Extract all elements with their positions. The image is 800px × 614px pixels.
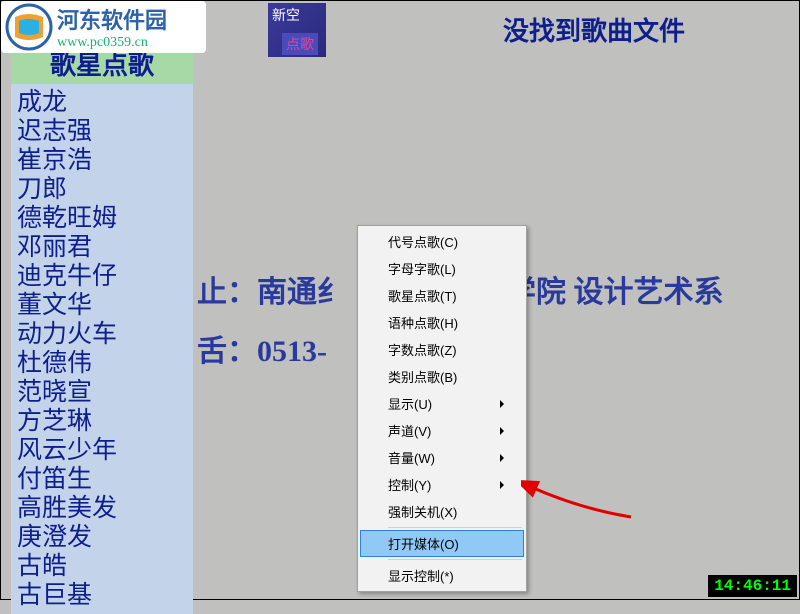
sidebar-item-artist[interactable]: 迟志强 [17, 117, 193, 146]
artist-sidebar: 歌星点歌 成龙迟志强崔京浩刀郎德乾旺姆邓丽君迪克牛仔董文华动力火车杜德伟范晓宣方… [11, 43, 193, 614]
sidebar-item-artist[interactable]: 风云少年 [17, 436, 193, 465]
sidebar-item-artist[interactable]: 古巨基 [17, 581, 193, 610]
menu-item-label: 类别点歌(B) [388, 367, 457, 386]
menu-item-label: 语种点歌(H) [388, 313, 458, 332]
menu-item[interactable]: 强制关机(X) [360, 498, 524, 525]
menu-item-label: 强制关机(X) [388, 502, 457, 521]
menu-item-label: 显示控制(*) [388, 566, 454, 585]
sidebar-item-artist[interactable]: 高胜美发 [17, 494, 193, 523]
menu-item-label: 字数点歌(Z) [388, 340, 457, 359]
sidebar-item-artist[interactable]: 崔京浩 [17, 146, 193, 175]
watermark-logo-icon [1, 1, 57, 53]
submenu-arrow-icon [500, 454, 504, 462]
annotation-arrow-icon [521, 469, 641, 529]
background-text-address: 止：南通纟 [197, 267, 347, 311]
menu-item[interactable]: 显示控制(*) [360, 562, 524, 589]
sidebar-item-artist[interactable]: 庚澄发 [17, 523, 193, 552]
sidebar-item-artist[interactable]: 杜德伟 [17, 349, 193, 378]
menu-item-open-media[interactable]: 打开媒体(O) [360, 530, 524, 557]
watermark-title: 河东软件园 [57, 3, 167, 35]
menu-item[interactable]: 代号点歌(C) [360, 228, 524, 255]
submenu-arrow-icon [500, 400, 504, 408]
menu-item-label: 字母字歌(L) [388, 259, 456, 278]
sidebar-item-artist[interactable]: 动力火车 [17, 320, 193, 349]
menu-item[interactable]: 字母字歌(L) [360, 255, 524, 282]
sidebar-item-artist[interactable]: 范晓宣 [17, 378, 193, 407]
menu-item-label: 音量(W) [388, 448, 435, 467]
menu-item-label: 打开媒体(O) [388, 534, 459, 553]
app-logo-line1: 新空 [272, 5, 300, 25]
menu-item[interactable]: 显示(U) [360, 390, 524, 417]
submenu-arrow-icon [500, 481, 504, 489]
menu-item-label: 控制(Y) [388, 475, 431, 494]
sidebar-item-artist[interactable]: 迪克牛仔 [17, 262, 193, 291]
menu-item[interactable]: 控制(Y) [360, 471, 524, 498]
menu-item[interactable]: 歌星点歌(T) [360, 282, 524, 309]
menu-item[interactable]: 类别点歌(B) [360, 363, 524, 390]
app-logo-line2: 点歌 [282, 33, 318, 55]
menu-item[interactable]: 音量(W) [360, 444, 524, 471]
sidebar-item-artist[interactable]: 方芝琳 [17, 407, 193, 436]
menu-item-label: 显示(U) [388, 394, 432, 413]
menu-item[interactable]: 语种点歌(H) [360, 309, 524, 336]
sidebar-list[interactable]: 成龙迟志强崔京浩刀郎德乾旺姆邓丽君迪克牛仔董文华动力火车杜德伟范晓宣方芝琳风云少… [11, 84, 193, 614]
menu-item[interactable]: 字数点歌(Z) [360, 336, 524, 363]
menu-item-label: 代号点歌(C) [388, 232, 458, 251]
sidebar-item-artist[interactable]: 德乾旺姆 [17, 204, 193, 233]
sidebar-item-artist[interactable]: 刀郎 [17, 175, 193, 204]
menu-item-label: 声道(V) [388, 421, 431, 440]
submenu-arrow-icon [500, 427, 504, 435]
sidebar-item-artist[interactable]: 成龙 [17, 88, 193, 117]
menu-separator [388, 527, 522, 528]
menu-separator [388, 559, 522, 560]
app-logo: 新空 点歌 [268, 3, 326, 57]
sidebar-item-artist[interactable]: 付笛生 [17, 465, 193, 494]
background-text-phone: 舌：0513- [197, 326, 327, 370]
status-clock: 14:46:11 [708, 575, 797, 597]
context-menu[interactable]: 代号点歌(C) 字母字歌(L) 歌星点歌(T) 语种点歌(H) 字数点歌(Z) 类别点歌(… [357, 225, 527, 592]
menu-item-label: 歌星点歌(T) [388, 286, 457, 305]
menu-item[interactable]: 声道(V) [360, 417, 524, 444]
error-message: 没找到歌曲文件 [503, 11, 685, 48]
watermark: 河东软件园 www.pc0359.cn [1, 1, 206, 53]
sidebar-item-artist[interactable]: 古皓 [17, 552, 193, 581]
watermark-url: www.pc0359.cn [57, 35, 167, 51]
sidebar-item-artist[interactable]: 董文华 [17, 291, 193, 320]
sidebar-item-artist[interactable]: 邓丽君 [17, 233, 193, 262]
